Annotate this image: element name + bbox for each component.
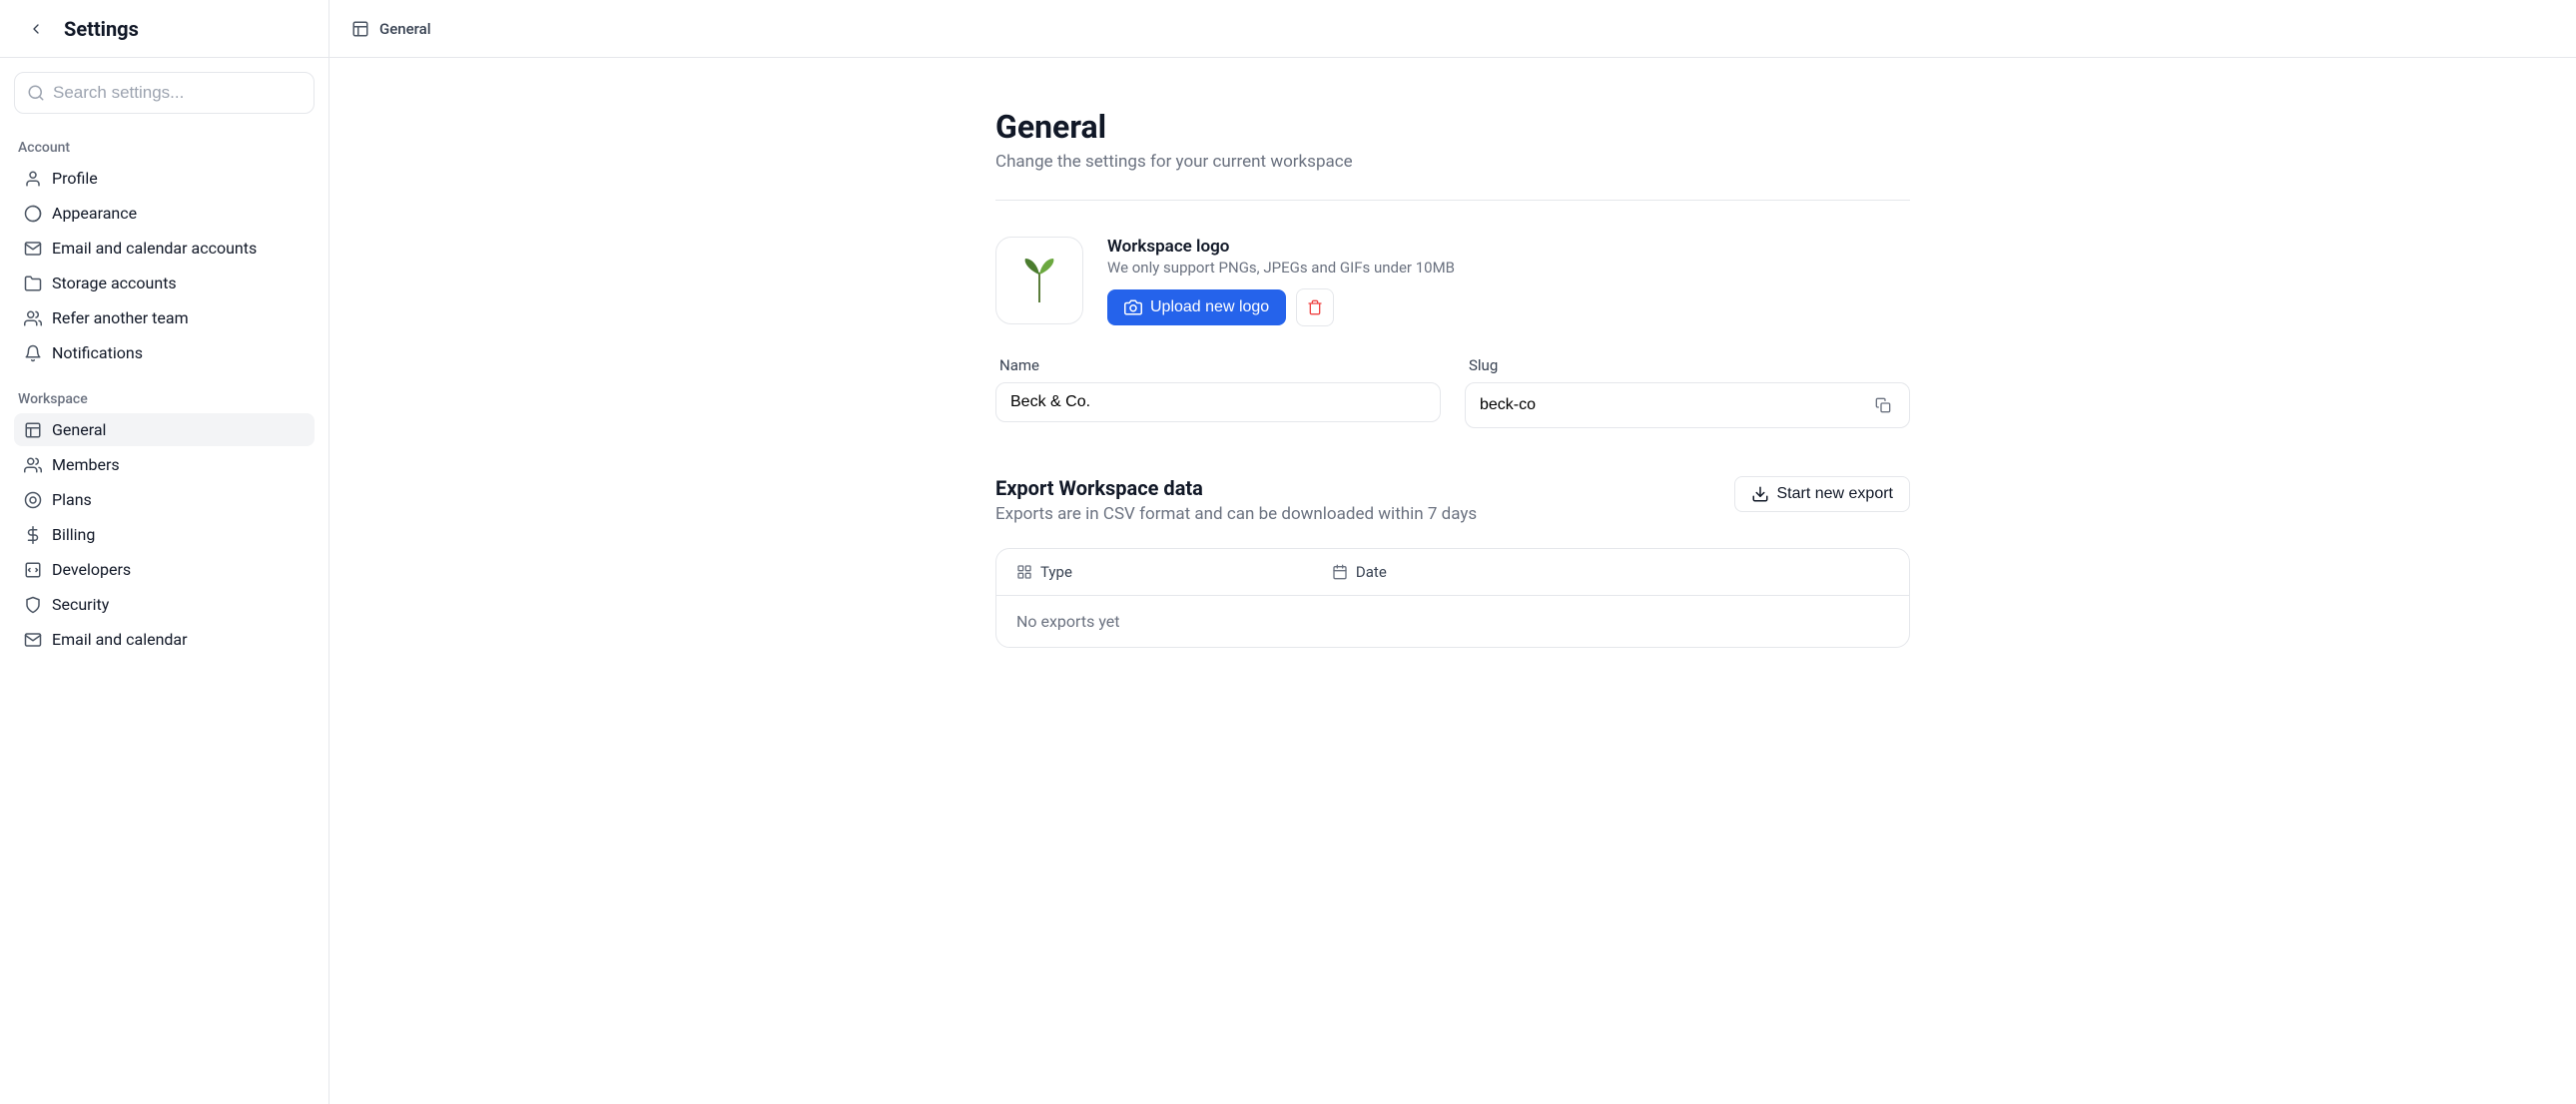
folder-icon [24,275,42,292]
th-type: Type [1016,563,1072,581]
slug-input[interactable] [1480,396,1863,414]
sidebar-item-label: Security [52,595,109,614]
page-subtitle: Change the settings for your current wor… [995,152,1910,172]
sidebar-item-label: Refer another team [52,308,189,327]
export-title: Export Workspace data [995,476,1477,500]
sidebar-item-label: Members [52,455,120,474]
name-input[interactable] [1010,393,1426,411]
dollar-icon [24,526,42,544]
sidebar: Settings Account Profile Appearance [0,0,329,1104]
section-label-account: Account [14,132,315,162]
leaf-icon [1011,253,1067,308]
camera-icon [1124,298,1142,316]
table-empty-row: No exports yet [996,596,1909,647]
download-icon [1751,485,1769,503]
copy-icon [1875,397,1891,413]
mail-icon [24,631,42,649]
export-table: Type Date No exports yet [995,548,1910,648]
slug-label: Slug [1465,356,1910,374]
users-icon [24,309,42,327]
sidebar-item-label: Developers [52,560,131,579]
calendar-icon [1332,564,1348,580]
export-subtitle: Exports are in CSV format and can be dow… [995,504,1477,524]
copy-slug-button[interactable] [1871,393,1895,417]
sidebar-item-general[interactable]: General [14,413,315,446]
code-icon [24,561,42,579]
sidebar-item-storage-accounts[interactable]: Storage accounts [14,267,315,299]
upload-logo-label: Upload new logo [1150,298,1269,316]
palette-icon [24,205,42,223]
sidebar-item-developers[interactable]: Developers [14,553,315,586]
breadcrumb: General [329,0,2576,58]
logo-hint: We only support PNGs, JPEGs and GIFs und… [1107,259,1455,276]
grid-icon [1016,564,1032,580]
th-date: Date [1332,563,1387,581]
sidebar-item-security[interactable]: Security [14,588,315,621]
sidebar-item-plans[interactable]: Plans [14,483,315,516]
sidebar-item-refer[interactable]: Refer another team [14,301,315,334]
search-container[interactable] [14,72,315,114]
th-type-label: Type [1040,563,1072,581]
page-title: General [995,108,1910,146]
sidebar-item-notifications[interactable]: Notifications [14,336,315,369]
section-label-workspace: Workspace [14,383,315,413]
sidebar-item-profile[interactable]: Profile [14,162,315,195]
sidebar-item-billing[interactable]: Billing [14,518,315,551]
sidebar-item-label: Profile [52,169,98,188]
sidebar-header: Settings [0,0,328,58]
user-icon [24,170,42,188]
delete-logo-button[interactable] [1296,288,1334,326]
logo-title: Workspace logo [1107,237,1455,257]
back-button[interactable] [20,13,52,45]
sidebar-item-email-calendar-accounts[interactable]: Email and calendar accounts [14,232,315,265]
sidebar-item-label: Appearance [52,204,137,223]
sidebar-item-appearance[interactable]: Appearance [14,197,315,230]
mail-icon [24,240,42,258]
search-icon [27,84,45,102]
layout-icon [24,421,42,439]
workspace-logo-image[interactable] [995,237,1083,324]
settings-title: Settings [64,17,139,41]
breadcrumb-label: General [379,20,431,38]
sidebar-item-label: Notifications [52,343,143,362]
sidebar-item-label: Plans [52,490,92,509]
name-label: Name [995,356,1441,374]
sidebar-item-label: General [52,420,106,439]
plan-icon [24,491,42,509]
sidebar-item-email-calendar[interactable]: Email and calendar [14,623,315,656]
main: General General Change the settings for … [329,0,2576,1104]
sidebar-item-label: Storage accounts [52,274,177,292]
bell-icon [24,344,42,362]
search-input[interactable] [53,83,302,103]
sidebar-item-members[interactable]: Members [14,448,315,481]
chevron-left-icon [28,21,44,37]
sidebar-item-label: Email and calendar [52,630,188,649]
start-export-label: Start new export [1777,485,1894,503]
divider [995,200,1910,201]
logo-section: Workspace logo We only support PNGs, JPE… [995,237,1910,326]
trash-icon [1307,299,1323,315]
sidebar-item-label: Billing [52,525,95,544]
th-date-label: Date [1356,563,1387,581]
table-header: Type Date [996,549,1909,596]
layout-icon [351,20,369,38]
upload-logo-button[interactable]: Upload new logo [1107,289,1286,325]
start-export-button[interactable]: Start new export [1734,476,1911,512]
users-icon [24,456,42,474]
sidebar-item-label: Email and calendar accounts [52,239,257,258]
shield-icon [24,596,42,614]
